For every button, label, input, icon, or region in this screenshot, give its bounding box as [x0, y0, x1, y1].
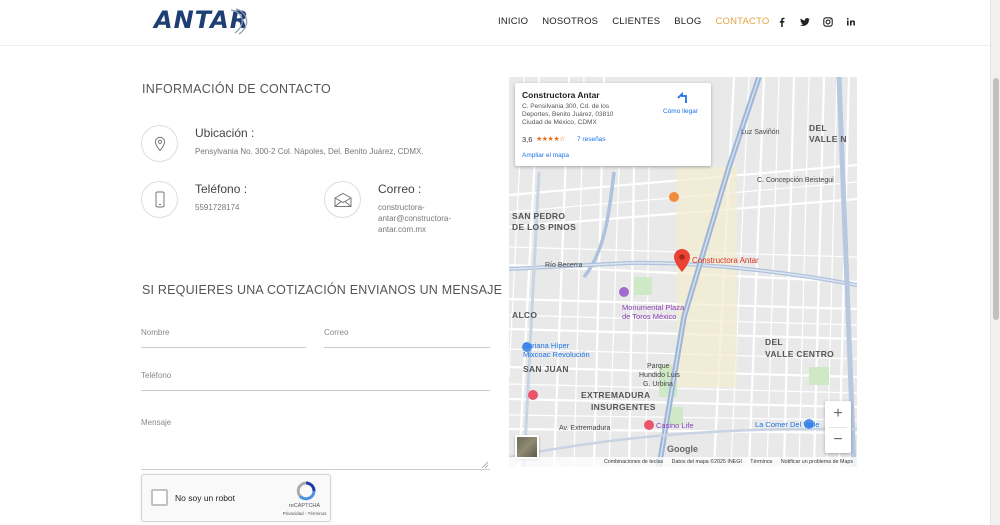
page-scrollbar[interactable] — [990, 0, 1000, 525]
phone-icon — [155, 191, 164, 208]
map-attribution: Combinaciones de teclas Datos del mapa ©… — [509, 457, 857, 467]
map-label-san-pedro-1: SAN PEDRO — [512, 211, 566, 221]
map-label-casino[interactable]: Casino Life — [656, 421, 694, 430]
map-label-soriana-1[interactable]: Soriana Híper — [523, 341, 569, 350]
location-title: Ubicación : — [195, 126, 255, 140]
linkedin-icon[interactable] — [845, 16, 857, 28]
satellite-toggle-thumbnail[interactable] — [515, 435, 539, 459]
map-label-soriana-2[interactable]: Mixcoac Revolución — [523, 350, 590, 359]
map-label-del-valle-2: VALLE CENTRO — [765, 349, 835, 359]
google-logo: Google — [667, 444, 698, 454]
recaptcha-terms[interactable]: Privacidad - Términos — [277, 511, 332, 516]
map-card-address-line1: C. Pensilvania 300, Cd. de los — [522, 103, 610, 110]
email-text-line3[interactable]: antar.com.mx — [378, 224, 426, 235]
email-title: Correo : — [378, 182, 422, 196]
textarea-resize-grip-icon[interactable] — [481, 461, 489, 469]
location-icon-circle — [141, 125, 178, 162]
map-card-title: Constructora Antar — [522, 90, 600, 100]
nav-contacto[interactable]: CONTACTO — [715, 16, 769, 27]
name-input[interactable] — [141, 326, 306, 348]
directions-link[interactable]: Cómo llegar — [663, 108, 698, 115]
facebook-icon[interactable] — [776, 16, 788, 28]
site-header: ANTAR INICIO NOSOTROS CLIENTES BLOG CONT… — [0, 0, 990, 46]
map-label-alco: ALCO — [512, 310, 538, 320]
map-card-address-line3: Ciudad de México, CDMX — [522, 119, 597, 126]
phone-input[interactable] — [141, 369, 490, 391]
map-label-monumental-2[interactable]: de Toros México — [622, 312, 676, 321]
contact-info-heading: INFORMACIÓN DE CONTACTO — [142, 82, 332, 96]
map-label-luz-savinon: Luz Saviñón — [741, 129, 780, 136]
map-label-concepcion: C. Concepción Beistegui — [757, 177, 834, 184]
map-label-la-comer[interactable]: La Comer Del Valle — [755, 420, 819, 429]
recaptcha-brand: reCAPTCHA — [288, 503, 321, 509]
map-info-card: Constructora Antar C. Pensilvania 300, C… — [515, 83, 711, 166]
map-zoom-control: + − — [825, 401, 851, 453]
phone-icon-circle — [141, 181, 178, 218]
map-label-valle-norte-1: DEL — [809, 123, 827, 133]
quote-heading: SI REQUIERES UNA COTIZACIÓN ENVIANOS UN … — [142, 283, 503, 297]
instagram-icon[interactable] — [822, 16, 834, 28]
recaptcha-label[interactable]: No soy un robot — [175, 493, 235, 503]
map-label-rio-becerra: Río Becerra — [545, 262, 583, 269]
phone-title: Teléfono : — [195, 182, 248, 196]
zoom-separator — [829, 427, 847, 428]
nav-inicio[interactable]: INICIO — [498, 16, 528, 27]
map-label-parque-3: G. Urbina — [643, 381, 673, 388]
twitter-icon[interactable] — [799, 16, 811, 28]
location-text: Pensylvania No. 300-2 Col. Nápoles, Del.… — [195, 147, 424, 156]
logo-swoosh-icon — [230, 8, 248, 35]
nav-nosotros[interactable]: NOSOTROS — [542, 16, 598, 27]
map-label-del-valle-1: DEL — [765, 337, 783, 347]
map-label-extremadura-1: EXTREMADURA — [581, 390, 651, 400]
map-data-text: Datos del mapa ©2025 INEGI — [671, 459, 742, 465]
map-card-address: C. Pensilvania 300, Cd. de los Deportes,… — [522, 103, 637, 127]
email-icon-circle — [324, 181, 361, 218]
map-card-address-line2: Deportes, Benito Juárez, 03810 — [522, 111, 614, 118]
map-label-parque-2: Hundido Luis — [639, 372, 680, 379]
nav-clientes[interactable]: CLIENTES — [612, 16, 660, 27]
zoom-out-button[interactable]: − — [825, 427, 851, 453]
recaptcha-logo-icon — [296, 481, 316, 501]
enlarge-map-link[interactable]: Ampliar el mapa — [522, 152, 569, 159]
google-map[interactable]: DEL VALLE N Luz Saviñón C. Concepción Be… — [509, 77, 857, 467]
keyboard-shortcuts-link[interactable]: Combinaciones de teclas — [604, 459, 663, 465]
main-nav: INICIO NOSOTROS CLIENTES BLOG CONTACTO — [498, 16, 784, 27]
email-text-line2[interactable]: antar@constructora- — [378, 213, 451, 224]
message-textarea[interactable] — [141, 417, 490, 470]
recaptcha-checkbox[interactable] — [151, 489, 168, 506]
phone-text[interactable]: 5591728174 — [195, 202, 240, 213]
reviews-link[interactable]: 7 reseñas — [577, 136, 606, 143]
scrollbar-thumb[interactable] — [993, 78, 999, 320]
nav-blog[interactable]: BLOG — [674, 16, 701, 27]
map-label-monumental-1[interactable]: Monumental Plaza — [622, 303, 684, 312]
terms-link[interactable]: Términos — [750, 459, 772, 465]
location-pin-icon — [154, 136, 165, 151]
map-card-rating: 3,6 — [522, 135, 533, 144]
report-problem-link[interactable]: Notificar un problema de Maps — [781, 459, 853, 465]
map-label-av-extremadura: Av. Extremadura — [559, 425, 611, 432]
rating-stars-icon: ★★★★☆ — [536, 136, 565, 143]
email-input[interactable] — [324, 326, 490, 348]
map-label-san-juan: SAN JUAN — [523, 364, 569, 374]
map-label-extremadura-2: INSURGENTES — [591, 402, 656, 412]
map-label-san-pedro-2: DE LOS PINOS — [512, 222, 577, 232]
recaptcha-widget: No soy un robot reCAPTCHA Privacidad - T… — [141, 474, 331, 522]
directions-icon[interactable] — [675, 91, 689, 105]
map-label-valle-norte-2: VALLE N — [809, 134, 847, 144]
map-label-parque-1: Parque — [647, 363, 670, 370]
email-text-line1[interactable]: constructora- — [378, 202, 425, 213]
social-links — [776, 16, 868, 28]
map-label-constructora[interactable]: Constructora Antar — [692, 256, 759, 265]
zoom-in-button[interactable]: + — [825, 401, 851, 427]
envelope-icon — [334, 192, 351, 207]
